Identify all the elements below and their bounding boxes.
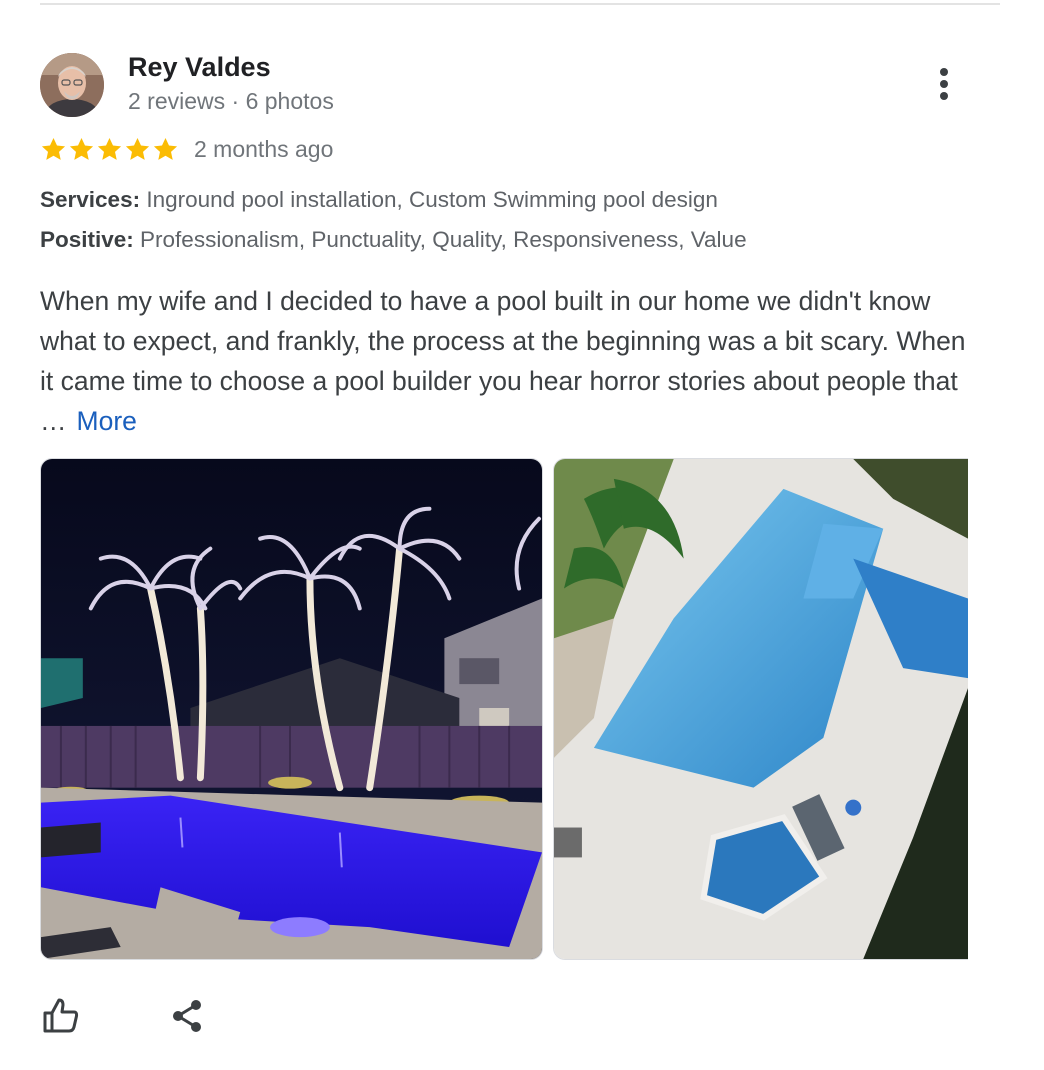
thumbs-up-icon[interactable] — [41, 996, 81, 1036]
more-options-icon[interactable] — [922, 62, 966, 106]
reviewer-avatar[interactable] — [40, 53, 104, 117]
aerial-pool-image — [554, 459, 968, 959]
avatar-image — [40, 53, 104, 117]
top-divider — [40, 3, 1000, 5]
review-photo-aerial-pool[interactable] — [553, 458, 968, 960]
star-rating — [40, 136, 179, 163]
star-icon — [69, 137, 94, 160]
share-icon[interactable] — [168, 996, 208, 1036]
review-text: When my wife and I decided to have a poo… — [40, 281, 970, 441]
star-icon — [97, 137, 122, 160]
star-icon — [153, 137, 178, 160]
positive-value: Professionalism, Punctuality, Quality, R… — [140, 227, 747, 252]
review-body: When my wife and I decided to have a poo… — [40, 286, 966, 436]
reviewer-meta: 2 reviews · 6 photos — [128, 88, 334, 114]
more-link[interactable]: More — [77, 406, 137, 436]
star-icon — [125, 137, 150, 160]
services-label: Services: — [40, 187, 141, 212]
services-value: Inground pool installation, Custom Swimm… — [146, 187, 718, 212]
positive-attribute: Positive: Professionalism, Punctuality, … — [40, 227, 747, 253]
review-date: 2 months ago — [194, 135, 334, 162]
positive-label: Positive: — [40, 227, 134, 252]
night-pool-image — [41, 459, 542, 959]
services-attribute: Services: Inground pool installation, Cu… — [40, 187, 718, 213]
review-photo-night-pool[interactable] — [40, 458, 543, 960]
star-icon — [41, 137, 66, 160]
rating-row: 2 months ago — [40, 132, 333, 166]
reviewer-name[interactable]: Rey Valdes — [128, 52, 271, 83]
